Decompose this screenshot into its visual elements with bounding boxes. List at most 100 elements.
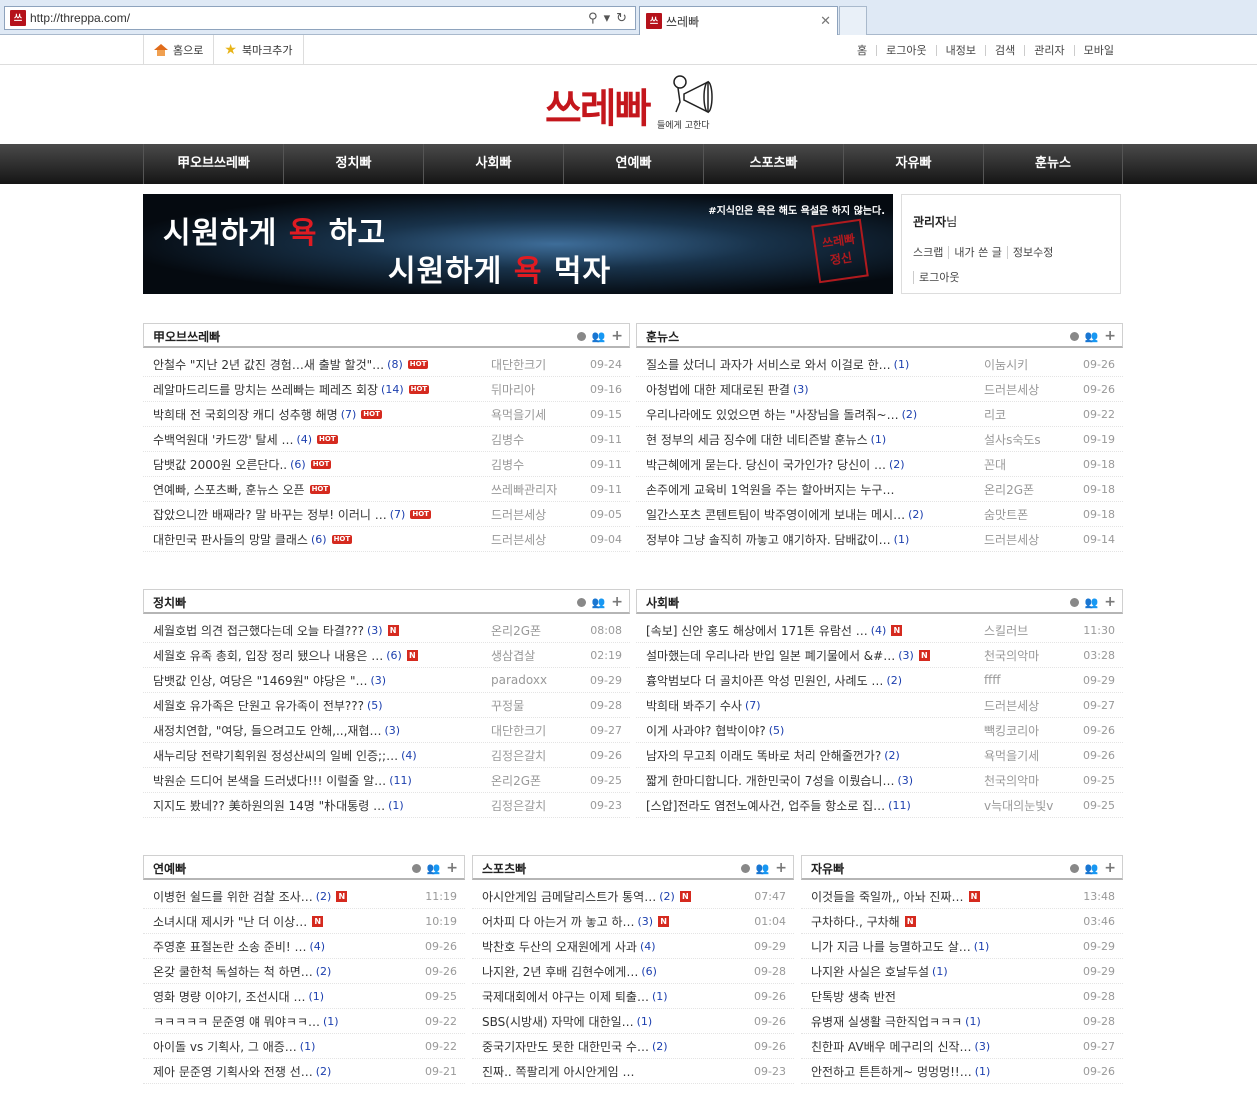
post-title-link[interactable]: 세월호 유가족은 단원고 유가족이 전부??? (5): [143, 697, 383, 714]
post-author[interactable]: 온리2G폰: [491, 772, 541, 789]
post-title-link[interactable]: 나지완, 2년 후배 김현수에게… (6): [472, 963, 657, 980]
post-title-link[interactable]: 안철수 "지난 2년 값진 경험…새 출발 할것"… (8) HOT: [143, 356, 429, 373]
post-title-link[interactable]: 담뱃값 2000원 오른단다.. (6) HOT: [143, 456, 332, 473]
post-title-link[interactable]: 흉악범보다 더 골치아픈 악성 민원인, 사례도 … (2): [636, 672, 902, 689]
users-icon[interactable]: 👥: [592, 596, 606, 609]
settings-icon[interactable]: [740, 863, 750, 873]
post-author[interactable]: 대단한크기: [491, 722, 546, 739]
board-title[interactable]: 훈뉴스: [646, 328, 679, 345]
post-title-link[interactable]: 대한민국 판사들의 망말 클래스 (6) HOT: [143, 531, 353, 548]
post-author[interactable]: 드러븐세상: [984, 697, 1039, 714]
post-author[interactable]: 설사s숙도s: [984, 431, 1041, 448]
post-author[interactable]: 드러븐세상: [984, 531, 1039, 548]
post-title-link[interactable]: 새정치연합, "여당, 들으려고도 안해,..,재협… (3): [143, 722, 400, 739]
nav-item-sports[interactable]: 스포츠빠: [703, 144, 843, 184]
post-title-link[interactable]: 담뱃값 인상, 여당은 "1469원" 야당은 "… (3): [143, 672, 386, 689]
post-title-link[interactable]: 이것들을 죽일까,, 아놔 진짜… N: [801, 888, 980, 905]
nav-item-hun-news[interactable]: 훈뉴스: [983, 144, 1123, 184]
post-title-link[interactable]: 주영훈 표절논란 소송 준비! … (4): [143, 938, 325, 955]
users-icon[interactable]: 👥: [592, 330, 606, 343]
logout-link[interactable]: 로그아웃: [913, 271, 965, 284]
post-title-link[interactable]: 아시안게임 금메달리스트가 통역… (2) N: [472, 888, 691, 905]
post-author[interactable]: 천국의악마: [984, 647, 1039, 664]
nav-item-politics[interactable]: 정치빠: [283, 144, 423, 184]
post-title-link[interactable]: 안전하고 튼튼하게~ 멍멍멍!!… (1): [801, 1063, 990, 1080]
nav-item-free[interactable]: 자유빠: [843, 144, 983, 184]
post-title-link[interactable]: 영화 명량 이야기, 조선시대 … (1): [143, 988, 324, 1005]
post-title-link[interactable]: 잡았으니깐 배째라? 말 바꾸는 정부! 이러니 … (7) HOT: [143, 506, 431, 523]
post-title-link[interactable]: 연예빠, 스포츠빠, 훈뉴스 오픈 HOT: [143, 481, 331, 498]
post-title-link[interactable]: 나지완 사실은 호날두설 (1): [801, 963, 948, 980]
post-title-link[interactable]: 정부야 그냥 솔직히 까놓고 얘기하자. 담배값이… (1): [636, 531, 909, 548]
bookmark-link[interactable]: ★ 북마크추가: [213, 35, 304, 65]
settings-icon[interactable]: [411, 863, 421, 873]
site-logo[interactable]: 쓰레빠 들에게 고한다: [545, 70, 725, 138]
post-title-link[interactable]: 손주에게 교육비 1억원을 주는 할아버지는 누구…: [636, 481, 894, 498]
post-title-link[interactable]: 아청법에 대한 제대로된 판결 (3): [636, 381, 809, 398]
board-title[interactable]: 甲오브쓰레빠: [153, 328, 220, 345]
post-title-link[interactable]: 이병헌 쉴드를 위한 검찰 조사… (2) N: [143, 888, 348, 905]
nav-item-entertainment[interactable]: 연예빠: [563, 144, 703, 184]
post-title-link[interactable]: 질소를 샀더니 과자가 서비스로 와서 이걸로 한… (1): [636, 356, 909, 373]
users-icon[interactable]: 👥: [1085, 330, 1099, 343]
post-title-link[interactable]: 소녀시대 제시카 "난 더 이상… N: [143, 913, 324, 930]
post-author[interactable]: 쓰레빠관리자: [491, 481, 557, 498]
board-title[interactable]: 정치빠: [153, 594, 186, 611]
post-author[interactable]: 빽킹코리아: [984, 722, 1039, 739]
nav-item-society[interactable]: 사회빠: [423, 144, 563, 184]
close-icon[interactable]: ✕: [820, 14, 831, 29]
settings-icon[interactable]: [576, 331, 586, 341]
address-url[interactable]: http://threppa.com/: [30, 11, 588, 25]
more-plus-icon[interactable]: +: [1104, 860, 1116, 876]
more-plus-icon[interactable]: +: [775, 860, 787, 876]
post-title-link[interactable]: 일간스포츠 콘텐트팀이 박주영이에게 보내는 메시… (2): [636, 506, 924, 523]
post-title-link[interactable]: 박근혜에게 묻는다. 당신이 국가인가? 당신이 … (2): [636, 456, 905, 473]
browser-tab[interactable]: 쓰 쓰레빠 ✕: [639, 6, 838, 35]
post-author[interactable]: 드러븐세상: [984, 381, 1039, 398]
post-author[interactable]: 온리2G폰: [491, 622, 541, 639]
nav-item-gap-of-threppa[interactable]: 甲오브쓰레빠: [143, 144, 283, 184]
users-icon[interactable]: 👥: [1085, 596, 1099, 609]
more-plus-icon[interactable]: +: [611, 328, 623, 344]
search-icon[interactable]: ⚲: [588, 11, 598, 26]
post-author[interactable]: 온리2G폰: [984, 481, 1034, 498]
post-author[interactable]: v늑대의눈빛v: [984, 797, 1053, 814]
post-author[interactable]: 욕먹을기세: [491, 406, 546, 423]
post-title-link[interactable]: 이게 사과야? 협박이야? (5): [636, 722, 784, 739]
post-title-link[interactable]: 설마했는데 우리나라 반입 일본 폐기물에서 &#… (3) N: [636, 647, 930, 664]
post-author[interactable]: 김병수: [491, 456, 524, 473]
post-author[interactable]: 드러븐세상: [491, 506, 546, 523]
post-title-link[interactable]: SBS(시방새) 자막에 대한일… (1): [472, 1013, 652, 1030]
post-title-link[interactable]: 친한파 AV배우 메구리의 신작… (3): [801, 1038, 990, 1055]
post-title-link[interactable]: 수백억원대 '카드깡' 탈세 … (4) HOT: [143, 431, 338, 448]
post-author[interactable]: 김정은갈치: [491, 797, 546, 814]
post-title-link[interactable]: 레알마드리드를 망치는 쓰레빠는 페레즈 회장 (14) HOT: [143, 381, 430, 398]
users-icon[interactable]: 👥: [756, 862, 770, 875]
post-author[interactable]: 드러븐세상: [491, 531, 546, 548]
post-author[interactable]: 스킬러브: [984, 622, 1028, 639]
post-title-link[interactable]: 지지도 봤네?? 美하원의원 14명 "朴대통령 … (1): [143, 797, 404, 814]
scrap-link[interactable]: 스크랩: [913, 246, 948, 259]
post-title-link[interactable]: 박찬호 두산의 오재원에게 사과 (4): [472, 938, 656, 955]
refresh-icon[interactable]: ↻: [616, 11, 627, 26]
board-title[interactable]: 자유빠: [811, 860, 844, 877]
post-title-link[interactable]: ㅋㅋㅋㅋㅋ 문준영 얘 뭐야ㅋㅋ… (1): [143, 1013, 339, 1030]
users-icon[interactable]: 👥: [427, 862, 441, 875]
post-author[interactable]: 욕먹을기세: [984, 747, 1039, 764]
more-plus-icon[interactable]: +: [611, 594, 623, 610]
post-author[interactable]: 천국의악마: [984, 772, 1039, 789]
post-title-link[interactable]: 니가 지금 나를 능멸하고도 살… (1): [801, 938, 989, 955]
top-link-myinfo[interactable]: 내정보: [935, 44, 985, 56]
post-author[interactable]: 생삼겹살: [491, 647, 535, 664]
post-title-link[interactable]: 현 정부의 세금 징수에 대한 네티즌발 훈뉴스 (1): [636, 431, 886, 448]
more-plus-icon[interactable]: +: [1104, 328, 1116, 344]
settings-icon[interactable]: [1069, 597, 1079, 607]
settings-icon[interactable]: [576, 597, 586, 607]
post-title-link[interactable]: 아이돌 vs 기획사, 그 애증… (1): [143, 1038, 315, 1055]
post-title-link[interactable]: 우리나라에도 있었으면 하는 "사장님을 돌려줘~… (2): [636, 406, 917, 423]
post-title-link[interactable]: 세월호 유족 총회, 입장 정리 됐으나 내용은 … (6) N: [143, 647, 418, 664]
post-title-link[interactable]: 유병재 실생활 극한직업ㅋㅋㅋ (1): [801, 1013, 981, 1030]
post-author[interactable]: ffff: [984, 673, 1001, 687]
post-author[interactable]: 김정은갈치: [491, 747, 546, 764]
post-title-link[interactable]: 새누리당 전략기획위원 정성산씨의 일베 인증;;… (4): [143, 747, 417, 764]
